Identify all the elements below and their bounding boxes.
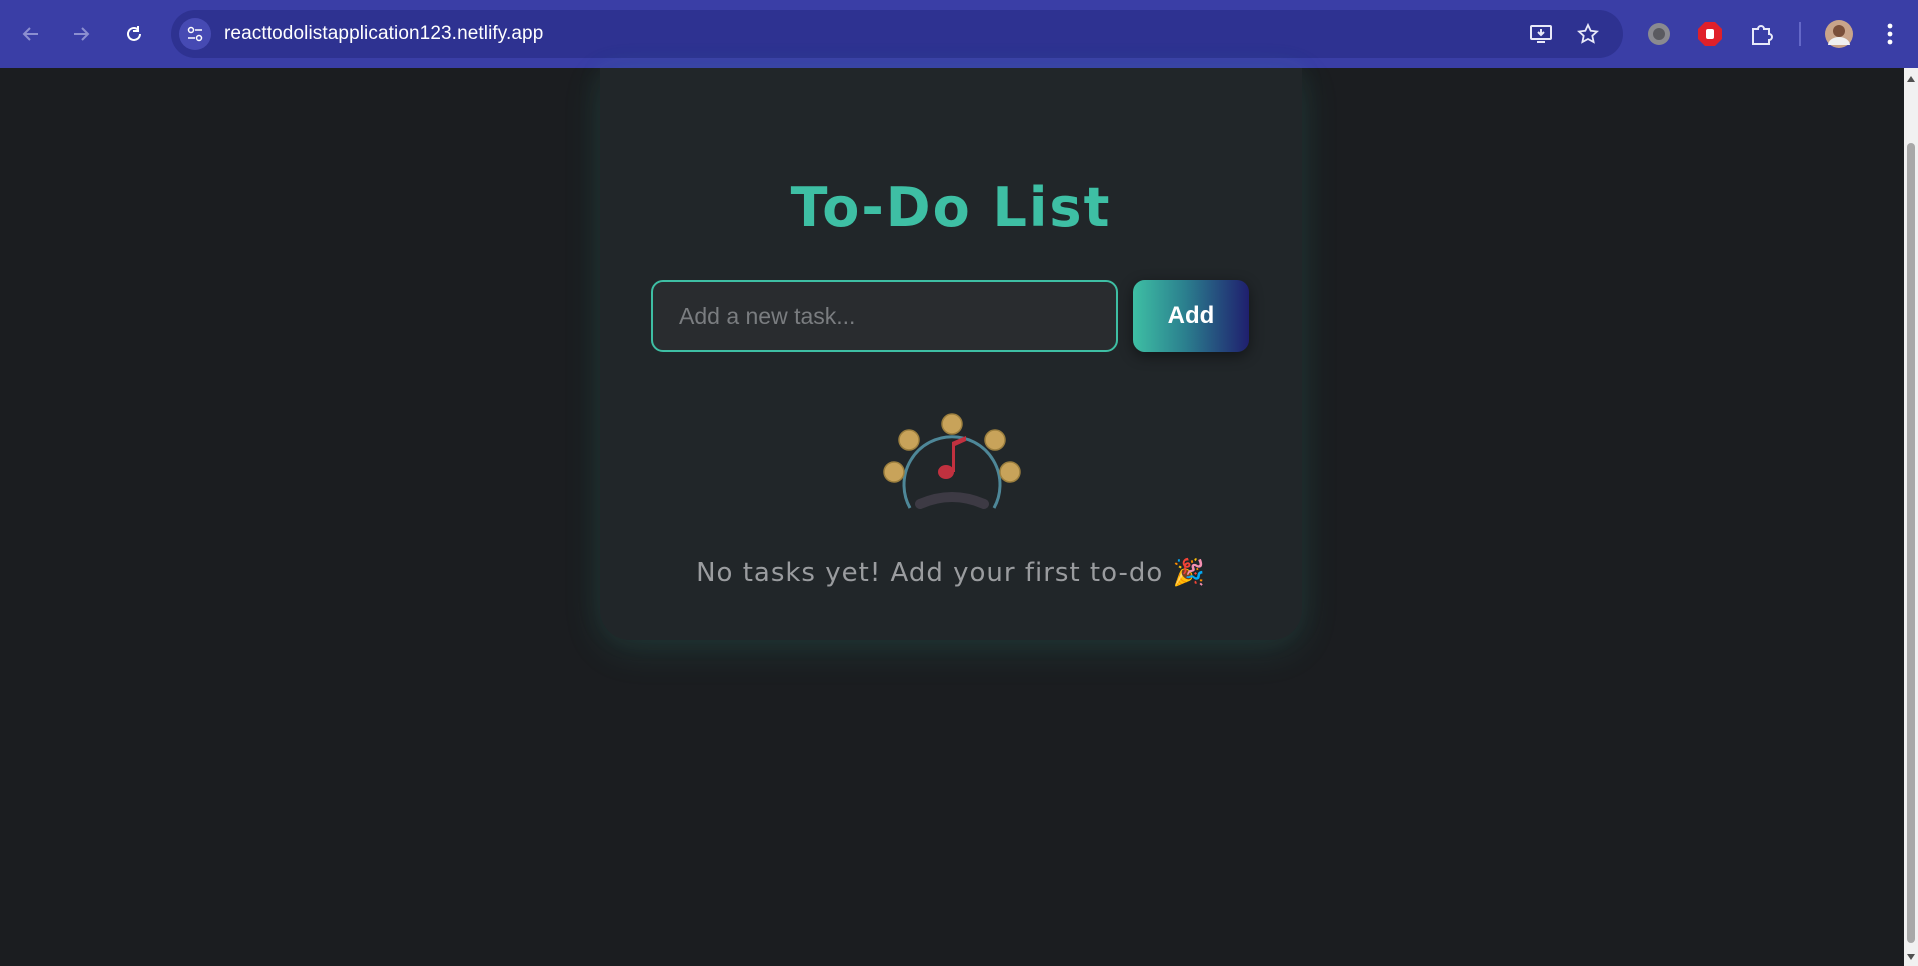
page-scrollbar[interactable]: [1904, 68, 1918, 966]
bookmark-star-icon[interactable]: [1574, 20, 1602, 48]
tambourine-icon: [883, 413, 1021, 509]
extensions-puzzle-icon[interactable]: [1746, 18, 1778, 50]
adblock-hand-icon[interactable]: [1694, 18, 1726, 50]
page-title: To-Do List: [790, 176, 1112, 239]
page-viewport: To-Do List Add No tasks yet! Add your fi…: [0, 68, 1904, 966]
back-icon[interactable]: [13, 16, 49, 52]
forward-icon[interactable]: [63, 16, 99, 52]
address-bar[interactable]: reacttodolistapplication123.netlify.app: [171, 10, 1623, 58]
install-app-icon[interactable]: [1527, 20, 1555, 48]
empty-state-message: No tasks yet! Add your first to-do 🎉: [696, 558, 1206, 588]
profile-avatar[interactable]: [1823, 18, 1855, 50]
new-task-input[interactable]: [651, 280, 1118, 352]
extension-circle-icon[interactable]: [1643, 18, 1675, 50]
todo-card: To-Do List Add No tasks yet! Add your fi…: [600, 68, 1302, 640]
reload-icon[interactable]: [116, 16, 152, 52]
browser-toolbar: reacttodolistapplication123.netlify.app: [0, 0, 1918, 68]
scroll-down-arrow-icon[interactable]: [1907, 954, 1915, 960]
url-text[interactable]: reacttodolistapplication123.netlify.app: [224, 23, 543, 45]
add-task-button[interactable]: Add: [1133, 280, 1249, 352]
scroll-thumb[interactable]: [1907, 143, 1915, 943]
site-info-icon[interactable]: [179, 18, 211, 50]
scroll-up-arrow-icon[interactable]: [1907, 76, 1915, 82]
toolbar-separator: [1799, 22, 1801, 46]
menu-dots-icon[interactable]: [1874, 18, 1906, 50]
